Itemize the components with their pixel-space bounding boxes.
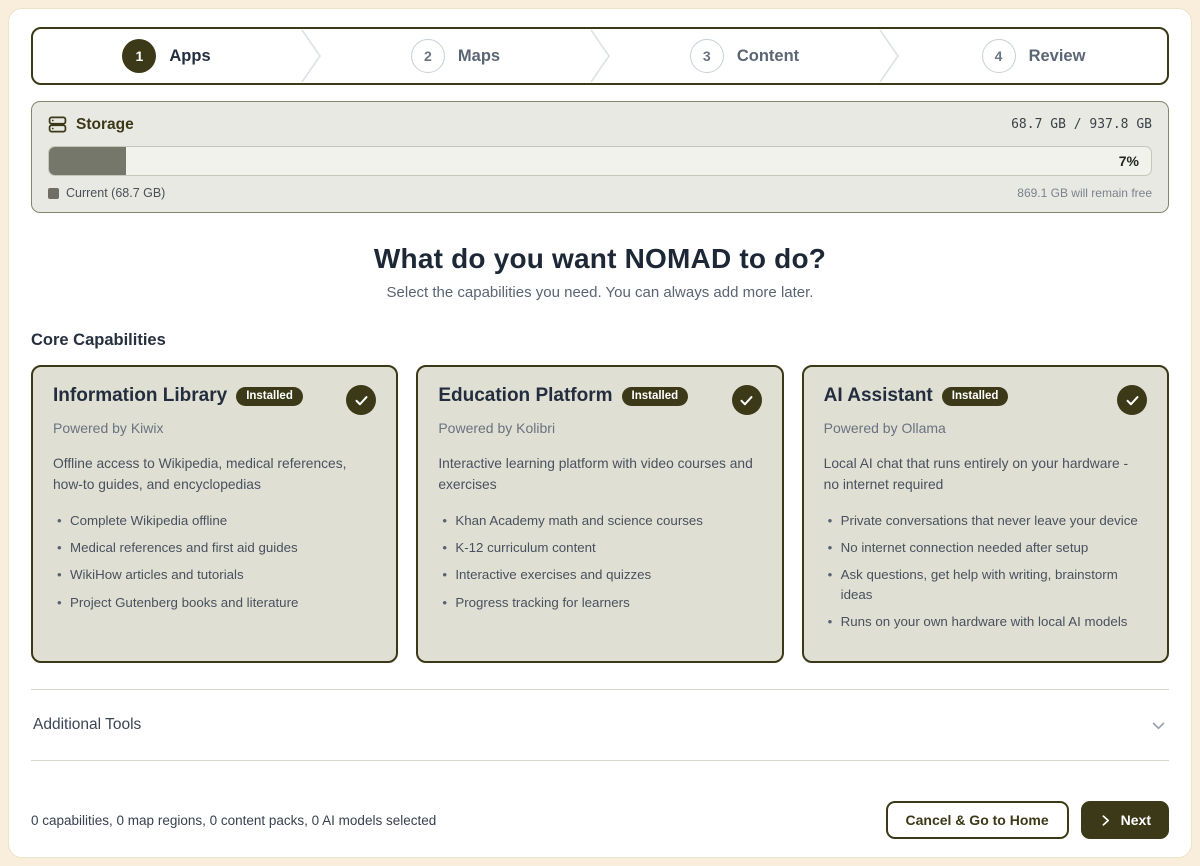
feature-item: WikiHow articles and tutorials (70, 565, 376, 584)
next-button[interactable]: Next (1081, 801, 1169, 839)
card-description: Local AI chat that runs entirely on your… (824, 453, 1147, 496)
step-maps[interactable]: 2 Maps (322, 29, 589, 83)
setup-wizard-window: 1 Apps 2 Maps 3 Content 4 Review (8, 8, 1192, 858)
card-feature-list: Private conversations that never leave y… (824, 511, 1147, 631)
feature-item: Progress tracking for learners (455, 593, 761, 612)
feature-item: Runs on your own hardware with local AI … (841, 612, 1147, 631)
storage-remaining-label: 869.1 GB will remain free (1017, 186, 1152, 200)
storage-usage-readout: 68.7 GB / 937.8 GB (1011, 117, 1152, 132)
storage-percent-label: 7% (1119, 147, 1139, 175)
step-content[interactable]: 3 Content (611, 29, 878, 83)
card-feature-list: Khan Academy math and science courses K-… (438, 511, 761, 612)
legend-current-label: Current (68.7 GB) (66, 186, 165, 200)
selection-summary: 0 capabilities, 0 map regions, 0 content… (31, 813, 436, 828)
storage-title: Storage (76, 116, 134, 134)
step-number-badge: 1 (122, 39, 156, 73)
card-title: Information Library (53, 385, 227, 407)
step-separator-icon (300, 29, 322, 83)
card-description: Interactive learning platform with video… (438, 453, 761, 496)
card-information-library[interactable]: Information Library Installed Powered by… (31, 365, 398, 663)
card-description: Offline access to Wikipedia, medical ref… (53, 453, 376, 496)
page-title: What do you want NOMAD to do? (31, 243, 1169, 275)
feature-item: No internet connection needed after setu… (841, 538, 1147, 557)
step-review[interactable]: 4 Review (900, 29, 1167, 83)
storage-progress-bar: 7% (48, 146, 1152, 176)
chevron-down-icon[interactable] (1150, 717, 1167, 734)
card-title: Education Platform (438, 385, 612, 407)
step-separator-icon (589, 29, 611, 83)
cancel-button[interactable]: Cancel & Go to Home (886, 801, 1069, 839)
powered-by-label: Powered by Kolibri (438, 420, 761, 436)
page-subtitle: Select the capabilities you need. You ca… (31, 284, 1169, 301)
check-circle-icon[interactable] (1117, 385, 1147, 415)
step-label: Apps (169, 47, 210, 66)
step-label: Maps (458, 47, 500, 66)
additional-tools-toggle[interactable]: Additional Tools (31, 689, 1169, 761)
additional-tools-label: Additional Tools (33, 716, 141, 734)
check-circle-icon[interactable] (346, 385, 376, 415)
storage-progress-fill (49, 147, 126, 175)
step-number-badge: 3 (690, 39, 724, 73)
step-separator-icon (878, 29, 900, 83)
step-number-badge: 2 (411, 39, 445, 73)
feature-item: Complete Wikipedia offline (70, 511, 376, 530)
check-circle-icon[interactable] (732, 385, 762, 415)
card-title: AI Assistant (824, 385, 933, 407)
step-label: Review (1029, 47, 1086, 66)
chevron-right-icon (1099, 814, 1112, 827)
step-apps[interactable]: 1 Apps (33, 29, 300, 83)
wizard-footer: 0 capabilities, 0 map regions, 0 content… (31, 787, 1169, 839)
feature-item: Khan Academy math and science courses (455, 511, 761, 530)
powered-by-label: Powered by Kiwix (53, 420, 376, 436)
step-number-badge: 4 (982, 39, 1016, 73)
wizard-stepper: 1 Apps 2 Maps 3 Content 4 Review (31, 27, 1169, 85)
feature-item: Ask questions, get help with writing, br… (841, 565, 1147, 604)
feature-item: Interactive exercises and quizzes (455, 565, 761, 584)
storage-panel: Storage 68.7 GB / 937.8 GB 7% Current (6… (31, 101, 1169, 213)
installed-badge: Installed (942, 387, 1009, 406)
legend-current-swatch (48, 188, 59, 199)
feature-item: K-12 curriculum content (455, 538, 761, 557)
step-label: Content (737, 47, 799, 66)
capability-cards: Information Library Installed Powered by… (31, 365, 1169, 663)
feature-item: Project Gutenberg books and literature (70, 593, 376, 612)
next-button-label: Next (1121, 812, 1151, 828)
storage-drive-icon (48, 115, 67, 134)
card-ai-assistant[interactable]: AI Assistant Installed Powered by Ollama… (802, 365, 1169, 663)
powered-by-label: Powered by Ollama (824, 420, 1147, 436)
feature-item: Private conversations that never leave y… (841, 511, 1147, 530)
card-feature-list: Complete Wikipedia offline Medical refer… (53, 511, 376, 612)
core-capabilities-heading: Core Capabilities (31, 331, 1169, 350)
feature-item: Medical references and first aid guides (70, 538, 376, 557)
installed-badge: Installed (622, 387, 689, 406)
installed-badge: Installed (236, 387, 303, 406)
card-education-platform[interactable]: Education Platform Installed Powered by … (416, 365, 783, 663)
